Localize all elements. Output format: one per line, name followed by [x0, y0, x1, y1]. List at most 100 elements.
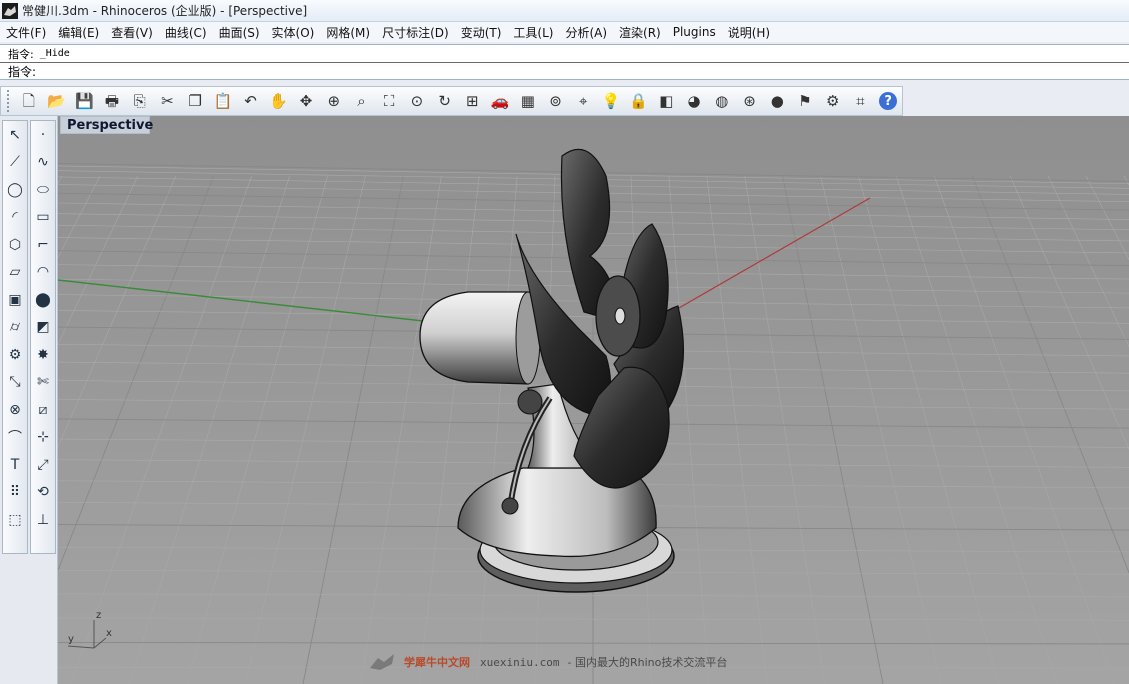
zoom-extents-icon-glyph: ⛶	[383, 91, 395, 110]
new-file-icon[interactable]: 🗋	[15, 88, 43, 114]
render-settings-icon-glyph: ⚑	[798, 91, 812, 110]
axis-label-y: y	[68, 634, 74, 645]
array-icon[interactable]: ⠿	[3, 479, 27, 507]
undo-icon[interactable]: ↶	[237, 88, 265, 114]
print-icon[interactable]: 🖶	[98, 88, 126, 114]
toolbar-area-empty	[903, 86, 1129, 116]
render-sphere-icon-glyph: ●	[770, 91, 784, 110]
pan-hand-icon[interactable]: ✋	[264, 88, 292, 114]
open-folder-icon-glyph: 📂	[47, 91, 66, 110]
save-icon-glyph: 💾	[74, 91, 94, 110]
menu-item-1[interactable]: 编辑(E)	[52, 24, 105, 41]
lock-icon[interactable]: 🔒	[625, 88, 653, 114]
menu-item-12[interactable]: Plugins	[667, 25, 722, 39]
menu-item-2[interactable]: 查看(V)	[105, 24, 159, 41]
history-icon[interactable]: ⟲	[31, 479, 55, 507]
box-solid-icon[interactable]: ▣	[3, 286, 27, 314]
zoom-extents-icon[interactable]: ⛶	[375, 88, 403, 114]
toolbar-grip[interactable]	[7, 90, 11, 112]
menu-item-11[interactable]: 渲染(R)	[613, 24, 667, 41]
rotate-icon[interactable]: ↻	[431, 88, 459, 114]
gear-options-icon-glyph: ⚙	[825, 91, 840, 110]
zoom-window-icon[interactable]: ⌕	[348, 88, 376, 114]
split-icon[interactable]: ⧄	[31, 396, 55, 424]
render-settings-icon[interactable]: ⚑	[791, 88, 819, 114]
command-input[interactable]	[42, 64, 1129, 78]
sphere-solid-icon[interactable]: ⬤	[31, 286, 55, 314]
rectangle-icon[interactable]: ▭	[31, 204, 55, 232]
transform-icon[interactable]: ⤡	[3, 369, 27, 397]
ellipse-icon[interactable]: ⬭	[31, 176, 55, 204]
layer-icon[interactable]: ◧	[653, 88, 681, 114]
menu-item-8[interactable]: 变动(T)	[455, 24, 508, 41]
rhino-icon	[2, 2, 18, 19]
polygon-icon[interactable]: ⬡	[3, 231, 27, 259]
sphere-wire-icon[interactable]: ◍	[708, 88, 736, 114]
revolve-icon[interactable]: ◠	[31, 259, 55, 287]
cut-icon-glyph: ✂	[161, 91, 174, 110]
viewport-scene	[58, 116, 1129, 684]
explode-icon[interactable]: ✸	[31, 341, 55, 369]
import-icon[interactable]: ⎘	[126, 88, 154, 114]
menu-item-3[interactable]: 曲线(C)	[159, 24, 213, 41]
car-icon[interactable]: 🚗	[486, 88, 514, 114]
paste-icon[interactable]: 📋	[209, 88, 237, 114]
new-file-icon-glyph: 🗋	[22, 91, 35, 110]
pan-hand-icon-glyph: ✋	[268, 91, 288, 110]
viewport-title-tab[interactable]: Perspective	[60, 116, 153, 134]
menu-item-13[interactable]: 说明(H)	[722, 24, 776, 41]
select-filter-icon[interactable]: ⌖	[569, 88, 597, 114]
render-box-icon[interactable]: ⬚	[3, 506, 27, 534]
point-icon[interactable]: ·	[31, 121, 55, 149]
menu-item-10[interactable]: 分析(A)	[559, 24, 613, 41]
viewport-layout-icon-glyph: ⊞	[466, 91, 479, 110]
menu-item-7[interactable]: 尺寸标注(D)	[376, 24, 455, 41]
rhino-window: 常健川.3dm - Rhinoceros (企业版) - [Perspectiv…	[0, 0, 1129, 684]
render-sphere-icon[interactable]: ●	[763, 88, 791, 114]
rotate-view-icon-glyph: ✥	[299, 91, 313, 110]
sweep-surface-icon[interactable]: ◩	[31, 314, 55, 342]
menu-item-4[interactable]: 曲面(S)	[213, 24, 266, 41]
menu-item-5[interactable]: 实体(O)	[266, 24, 321, 41]
perspective-viewport[interactable]: Perspective z y x 学犀牛中文网 xuexiniu.com - …	[58, 116, 1129, 684]
osnap-icon[interactable]: ⊚	[542, 88, 570, 114]
analyze-icon[interactable]: ⊹	[31, 424, 55, 452]
save-icon[interactable]: 💾	[70, 88, 98, 114]
main-toolbar-left: ↖ ⟋ ◯ ◜ ⬡ ▱ ▣ ⌭ ⚙ ⤡ ⊗ ⌒ T ⠿ ⬚ · ∿ ⬭ ▭ ⌐ ◠ ⬤ ◩ ✸ ✄ ⧄ ⊹ ⤢ ⟲ ⊥	[0, 116, 58, 684]
cplane-icon[interactable]: ⌗	[847, 88, 875, 114]
grid-icon[interactable]: ▦	[514, 88, 542, 114]
gear-options-icon[interactable]: ⚙	[819, 88, 847, 114]
curve-fillet-icon[interactable]: ⌒	[3, 424, 27, 452]
select-arrow-icon[interactable]: ↖	[3, 121, 27, 149]
light-icon[interactable]: 💡	[597, 88, 625, 114]
menu-item-9[interactable]: 工具(L)	[507, 24, 559, 41]
zoom-selected-icon[interactable]: ⊙	[403, 88, 431, 114]
dimension-icon[interactable]: ⊥	[31, 506, 55, 534]
trim-icon[interactable]: ✄	[31, 369, 55, 397]
boolean-icon[interactable]: ⊗	[3, 396, 27, 424]
menu-item-6[interactable]: 网格(M)	[320, 24, 376, 41]
tools-gear-icon[interactable]: ⚙	[3, 341, 27, 369]
color-wheel-icon[interactable]: ◕	[680, 88, 708, 114]
rotate-icon-glyph: ↻	[438, 91, 451, 110]
menu-item-0[interactable]: 文件(F)	[0, 24, 52, 41]
arc-icon[interactable]: ◜	[3, 204, 27, 232]
text-icon[interactable]: T	[3, 451, 27, 479]
scale-icon[interactable]: ⤢	[31, 451, 55, 479]
fillet-curve-icon[interactable]: ⌐	[31, 231, 55, 259]
copy-icon[interactable]: ❐	[181, 88, 209, 114]
cylinder-icon[interactable]: ⌭	[3, 314, 27, 342]
polyline-icon[interactable]: ⟋	[3, 149, 27, 177]
cut-icon[interactable]: ✂	[154, 88, 182, 114]
copy-icon-glyph: ❐	[188, 91, 202, 110]
zoom-window-icon-glyph: ⌕	[357, 91, 366, 110]
open-folder-icon[interactable]: 📂	[43, 88, 71, 114]
circle-icon[interactable]: ◯	[3, 176, 27, 204]
help-icon[interactable]: ?	[874, 88, 902, 114]
viewport-layout-icon[interactable]: ⊞	[458, 88, 486, 114]
mesh-sphere-icon[interactable]: ⊛	[736, 88, 764, 114]
curve-icon[interactable]: ∿	[31, 149, 55, 177]
rotate-view-icon[interactable]: ✥	[292, 88, 320, 114]
zoom-icon[interactable]: ⊕	[320, 88, 348, 114]
surface-icon[interactable]: ▱	[3, 259, 27, 287]
